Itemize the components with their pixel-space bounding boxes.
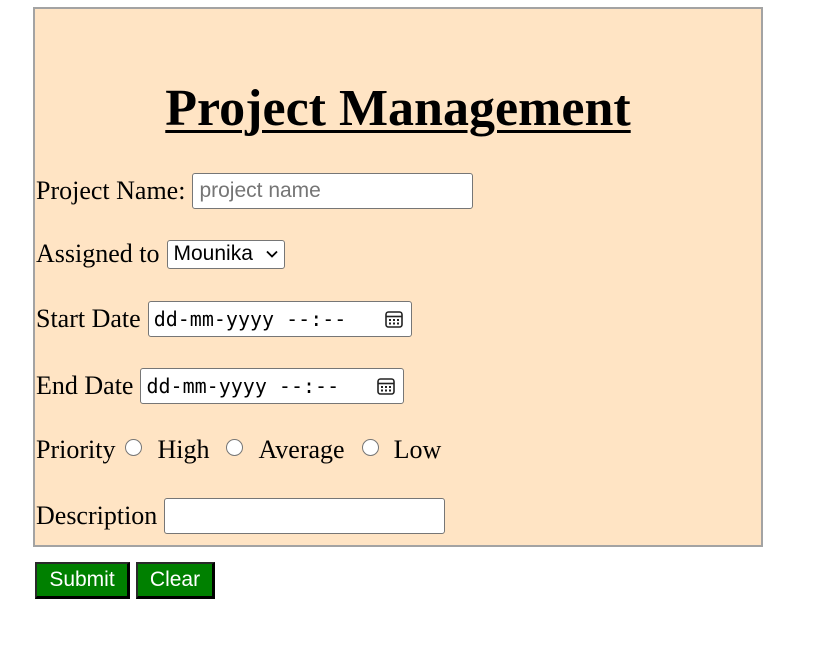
assigned-to-select[interactable]: Mounika [166, 239, 285, 269]
priority-average-radio[interactable] [226, 438, 244, 456]
clear-button[interactable]: Clear [136, 562, 215, 599]
priority-high-radio[interactable] [125, 438, 143, 456]
start-date-value: dd-mm-yyyy --:-- [153, 307, 347, 331]
project-name-label: Project Name: [36, 176, 186, 205]
start-date-label: Start Date [36, 304, 141, 333]
priority-low-radio[interactable] [361, 438, 379, 456]
priority-average-label: Average [258, 435, 345, 464]
start-date-input[interactable]: dd-mm-yyyy --:-- [147, 301, 412, 337]
project-name-row: Project Name: [36, 173, 474, 209]
end-date-label: End Date [36, 371, 134, 400]
chevron-down-icon [265, 250, 278, 258]
project-form: Project Management Project Name: Assigne… [33, 7, 763, 547]
end-date-input[interactable]: dd-mm-yyyy --:-- [140, 368, 405, 404]
priority-high-label: High [157, 435, 210, 464]
description-input[interactable] [164, 498, 446, 534]
priority-label: Priority [36, 435, 116, 464]
assigned-to-row: Assigned to Mounika [36, 239, 285, 269]
page-title: Project Management [165, 80, 631, 137]
assigned-to-value: Mounika [173, 242, 253, 265]
submit-button[interactable]: Submit [35, 562, 130, 599]
priority-row: Priority High Average Low [36, 435, 458, 465]
description-row: Description [36, 498, 446, 534]
description-label: Description [36, 501, 158, 530]
start-date-row: Start Date dd-mm-yyyy --:-- [36, 301, 412, 337]
priority-low-label: Low [393, 435, 442, 464]
calendar-icon[interactable] [384, 309, 404, 329]
project-name-input[interactable] [192, 173, 474, 209]
calendar-icon[interactable] [376, 376, 396, 396]
end-date-row: End Date dd-mm-yyyy --:-- [36, 368, 405, 404]
assigned-to-label: Assigned to [36, 239, 160, 268]
end-date-value: dd-mm-yyyy --:-- [146, 374, 340, 398]
